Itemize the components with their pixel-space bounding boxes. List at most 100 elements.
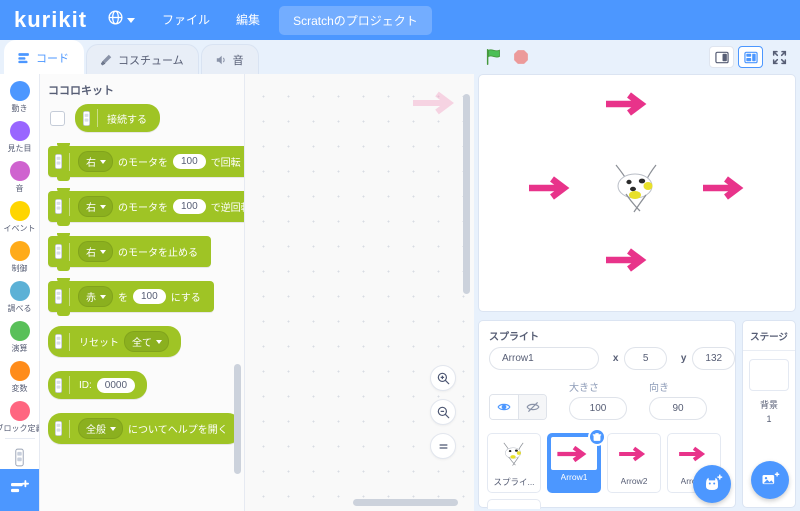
- category-operators[interactable]: 演算: [0, 314, 39, 354]
- block-dropdown-color[interactable]: 赤: [78, 286, 113, 307]
- app-logo: kurikit: [14, 7, 88, 32]
- fullscreen-button[interactable]: [767, 46, 792, 68]
- block-connect[interactable]: 接続する: [75, 104, 160, 132]
- workspace-vertical-scrollbar[interactable]: [463, 94, 470, 294]
- block-motor-stop[interactable]: 右 のモータを止める: [48, 233, 211, 271]
- block-led-set[interactable]: 赤 を 100 にする: [48, 278, 214, 316]
- category-dot: [9, 241, 30, 261]
- block-help[interactable]: 全般 についてヘルプを開く: [48, 413, 241, 444]
- sprite-hide-button[interactable]: [518, 395, 546, 419]
- sprite-y-input[interactable]: 132: [692, 347, 735, 370]
- palette-scrollbar[interactable]: [234, 364, 241, 474]
- sprite-size-group: 大きさ 100: [569, 379, 627, 420]
- sprite-show-button[interactable]: [490, 395, 518, 419]
- category-sensing[interactable]: 調べる: [0, 274, 39, 314]
- tab-code[interactable]: コード: [4, 40, 84, 74]
- workspace-horizontal-scrollbar[interactable]: [353, 499, 458, 506]
- block-dropdown-side[interactable]: 右: [78, 151, 113, 172]
- small-stage-button[interactable]: [709, 46, 734, 68]
- block-dropdown-help-topic[interactable]: 全般: [78, 418, 123, 439]
- sprite-card-0[interactable]: スプライ...: [487, 433, 541, 493]
- dropdown-value: 全般: [86, 425, 106, 436]
- stage-arrow-right[interactable]: [701, 175, 749, 206]
- sprite-direction-input[interactable]: 90: [649, 397, 707, 420]
- sprite-x-input[interactable]: 5: [624, 347, 667, 370]
- menu-file[interactable]: ファイル: [149, 0, 223, 40]
- category-dot: [9, 121, 30, 141]
- palette-block-row: 右 のモータを止める: [48, 233, 244, 271]
- stage-arrow-top[interactable]: [604, 91, 652, 122]
- category-events[interactable]: イベント: [0, 194, 39, 234]
- add-extension-button[interactable]: [0, 469, 39, 511]
- block-number-input[interactable]: 100: [133, 289, 166, 304]
- stage-pane-divider: [743, 350, 795, 351]
- add-backdrop-button[interactable]: [751, 461, 789, 499]
- stop-button[interactable]: [512, 48, 530, 66]
- zoom-out-button[interactable]: [430, 399, 456, 425]
- block-motor-reverse[interactable]: 右 のモータを 100 で逆回転: [48, 188, 244, 226]
- stage-arrow-bottom[interactable]: [604, 247, 652, 278]
- large-stage-button[interactable]: [738, 46, 763, 68]
- kokorokit-icon: [53, 287, 70, 306]
- block-palette[interactable]: ココロキット 接続する 右 のモータを 100 で回転 右 のモータを 100 …: [40, 74, 245, 511]
- category-label: イベント: [3, 224, 36, 233]
- bird-sprite[interactable]: [604, 155, 670, 226]
- block-label: 接続する: [107, 114, 147, 126]
- block-label: のモータを止める: [118, 248, 198, 259]
- project-title[interactable]: Scratchのプロジェクト: [279, 5, 432, 35]
- palette-block-row: リセット 全て: [48, 326, 244, 357]
- block-dropdown-side[interactable]: 右: [78, 241, 113, 262]
- category-dot: [9, 161, 30, 181]
- kokorokit-icon: [81, 109, 98, 127]
- block-number-input[interactable]: 0000: [96, 377, 136, 393]
- block-number-input[interactable]: 100: [173, 154, 206, 169]
- sprite-card-4[interactable]: [487, 499, 541, 509]
- zoom-reset-button[interactable]: [430, 433, 456, 459]
- block-label: のモータを: [118, 203, 168, 214]
- language-selector[interactable]: [97, 9, 149, 31]
- block-motor-rotate[interactable]: 右 のモータを 100 で回転: [48, 143, 244, 181]
- category-label: 制御: [11, 264, 28, 273]
- category-variables[interactable]: 変数: [0, 354, 39, 394]
- category-my-blocks[interactable]: ブロック定義: [0, 394, 39, 434]
- chevron-down-icon: [100, 249, 106, 254]
- block-dropdown-target[interactable]: 全て: [124, 331, 169, 352]
- category-motion[interactable]: 動き: [0, 74, 39, 114]
- tab-costumes[interactable]: コスチューム: [86, 44, 199, 74]
- kokorokit-icon: [53, 152, 70, 171]
- sprite-y-label: y: [680, 353, 687, 364]
- sprite-name-input[interactable]: Arrow1: [489, 347, 599, 370]
- block-number-input[interactable]: 100: [173, 199, 206, 214]
- block-dropdown-side[interactable]: 右: [78, 196, 113, 217]
- kokorokit-icon: [53, 419, 70, 438]
- palette-block-row: 右 のモータを 100 で逆回転: [48, 188, 244, 226]
- sprite-card-label: Arrow2: [620, 476, 648, 486]
- block-reset[interactable]: リセット 全て: [48, 326, 181, 357]
- category-control[interactable]: 制御: [0, 234, 39, 274]
- stage-arrow-left[interactable]: [527, 175, 575, 206]
- category-label: 調べる: [7, 304, 32, 313]
- dropdown-value: 右: [86, 203, 96, 214]
- backdrop-thumbnail[interactable]: [749, 359, 789, 391]
- chevron-down-icon: [127, 17, 136, 23]
- tab-sounds[interactable]: 音: [200, 44, 259, 74]
- sprite-card-label: スプライ...: [493, 477, 535, 487]
- block-id[interactable]: ID: 0000: [48, 371, 148, 399]
- stage-canvas[interactable]: [478, 74, 796, 312]
- sprite-card-label: Arrow1: [560, 472, 588, 482]
- zoom-in-button[interactable]: [430, 365, 456, 391]
- delete-sprite-button[interactable]: [588, 428, 606, 446]
- kokorokit-icon: [53, 197, 70, 216]
- block-checkbox[interactable]: [50, 110, 65, 126]
- category-sound[interactable]: 音: [0, 154, 39, 194]
- green-flag-button[interactable]: [484, 47, 504, 67]
- menu-edit[interactable]: 編集: [223, 0, 273, 40]
- category-looks[interactable]: 見た目: [0, 114, 39, 154]
- sprite-card-1[interactable]: Arrow1: [547, 428, 606, 493]
- dropdown-value: 右: [86, 158, 96, 169]
- sprite-size-input[interactable]: 100: [569, 397, 627, 420]
- add-sprite-button[interactable]: [693, 465, 731, 503]
- sprite-card-2[interactable]: Arrow2: [607, 433, 661, 493]
- kokorokit-icon: [53, 332, 70, 351]
- code-workspace[interactable]: [245, 74, 474, 511]
